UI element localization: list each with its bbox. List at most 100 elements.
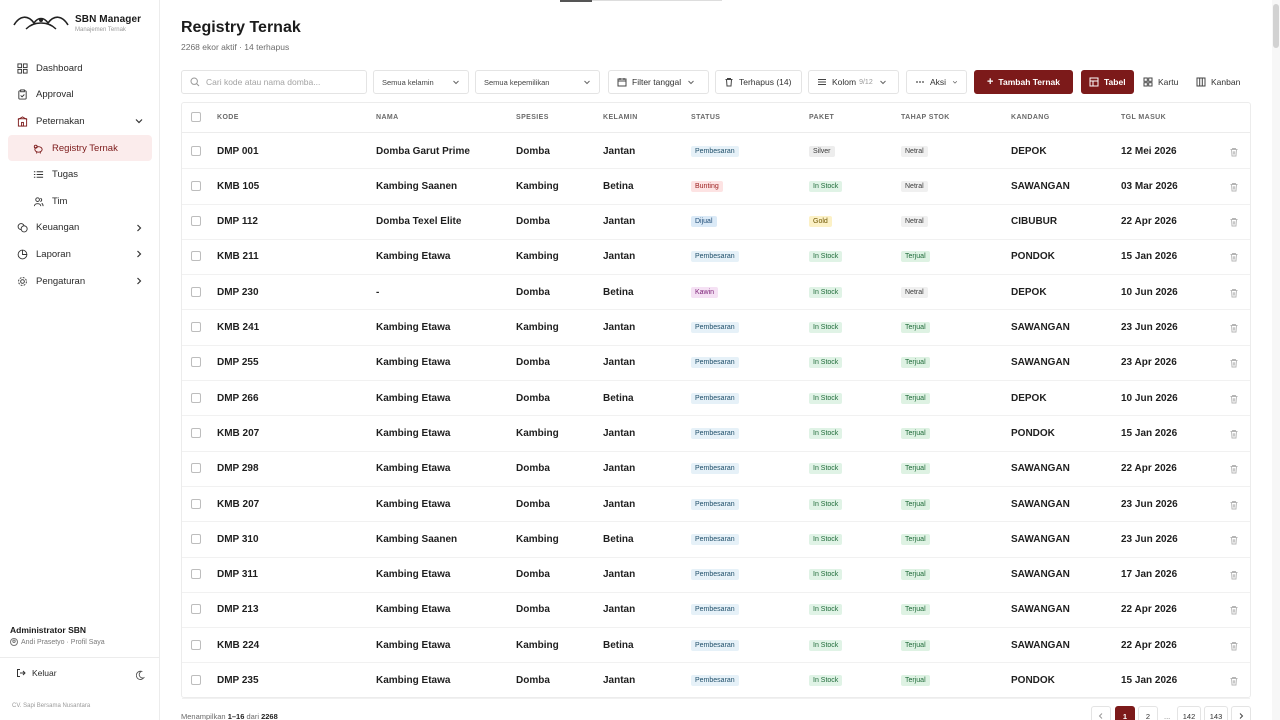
header-tahap-stok[interactable]: TAHAP STOK	[901, 114, 950, 121]
cell-kandang: PONDOK	[1011, 251, 1055, 263]
delete-row-icon[interactable]	[1229, 252, 1239, 262]
cell-spesies: Domba	[516, 569, 550, 581]
user-profile-link[interactable]: Andi Prasetyo · Profil Saya	[10, 638, 150, 646]
table-row[interactable]: KMB 241 Kambing Etawa Kambing Jantan Pembesa…	[182, 311, 1250, 346]
theme-toggle[interactable]	[134, 668, 148, 682]
header-kandang[interactable]: KANDANG	[1011, 114, 1050, 121]
delete-row-icon[interactable]	[1229, 570, 1239, 580]
row-checkbox[interactable]	[191, 357, 201, 368]
delete-row-icon[interactable]	[1229, 535, 1239, 545]
header-nama[interactable]: NAMA	[376, 114, 399, 121]
sidebar-item-dashboard[interactable]: Dashboard	[8, 55, 152, 82]
actions-button[interactable]: Aksi	[906, 70, 967, 94]
search-input[interactable]: Cari kode atau nama domba...	[181, 70, 367, 94]
table-row[interactable]: DMP 266 Kambing Etawa Domba Betina Pembesara…	[182, 381, 1250, 417]
delete-row-icon[interactable]	[1229, 676, 1239, 686]
table-row[interactable]: DMP 235 Kambing Etawa Domba Jantan Pembesara…	[182, 664, 1250, 699]
table-row[interactable]: KMB 211 Kambing Etawa Kambing Jantan Pembesa…	[182, 240, 1250, 276]
sidebar-item-pengaturan[interactable]: Pengaturan	[8, 268, 152, 295]
pagination-next[interactable]	[1231, 706, 1251, 720]
view-kanban-tab[interactable]: Kanban	[1192, 70, 1245, 94]
row-checkbox[interactable]	[191, 216, 201, 227]
delete-row-icon[interactable]	[1229, 500, 1239, 510]
delete-row-icon[interactable]	[1229, 182, 1239, 192]
page-scrollbar-thumb[interactable]	[1273, 4, 1279, 48]
sidebar-item-approval[interactable]: Approval	[8, 82, 152, 109]
table-row[interactable]: KMB 207 Kambing Etawa Kambing Jantan Pembesa…	[182, 416, 1250, 452]
view-card-tab[interactable]: Kartu	[1139, 70, 1183, 94]
header-paket[interactable]: PAKET	[809, 114, 834, 121]
pagination-page-143[interactable]: 143	[1204, 706, 1228, 720]
columns-button[interactable]: Kolom 9/12	[808, 70, 899, 94]
table-row[interactable]: DMP 112 Domba Texel Elite Domba Jantan Dijua…	[182, 205, 1250, 240]
delete-row-icon[interactable]	[1229, 464, 1239, 474]
sidebar-item-registry-ternak[interactable]: Registry Ternak	[8, 134, 152, 162]
page-scrollbar[interactable]	[1272, 0, 1280, 720]
table-row[interactable]: KMB 105 Kambing Saanen Kambing Betina Buntin…	[182, 169, 1250, 205]
user-block[interactable]: Administrator SBN Andi Prasetyo · Profil…	[10, 625, 150, 646]
row-checkbox[interactable]	[191, 463, 201, 474]
header-status[interactable]: STATUS	[691, 114, 720, 121]
sidebar-item-tim[interactable]: Tim	[8, 188, 152, 215]
delete-row-icon[interactable]	[1229, 147, 1239, 157]
row-checkbox[interactable]	[191, 675, 201, 685]
delete-row-icon[interactable]	[1229, 394, 1239, 404]
table-row[interactable]: KMB 224 Kambing Etawa Kambing Betina Pembesa…	[182, 628, 1250, 664]
delete-row-icon[interactable]	[1229, 288, 1239, 298]
row-checkbox[interactable]	[191, 180, 201, 191]
row-checkbox[interactable]	[191, 569, 201, 580]
delete-row-icon[interactable]	[1229, 323, 1239, 333]
row-checkbox[interactable]	[191, 251, 201, 262]
view-table-tab[interactable]: Tabel	[1081, 70, 1134, 94]
pagination-info-prefix: Menampilkan	[181, 712, 226, 720]
pagination-total: 2268	[261, 712, 278, 720]
table-row[interactable]: DMP 230 - Domba Betina Kawin In Stock Netral DE…	[182, 275, 1250, 311]
row-checkbox[interactable]	[191, 286, 201, 297]
row-checkbox[interactable]	[191, 427, 201, 438]
row-checkbox[interactable]	[191, 639, 201, 650]
row-checkbox[interactable]	[191, 145, 201, 156]
table-row[interactable]: DMP 255 Kambing Etawa Domba Jantan Pembesara…	[182, 346, 1250, 382]
sidebar-item-keuangan[interactable]: Keuangan	[8, 215, 152, 242]
add-livestock-button[interactable]: + Tambah Ternak	[974, 70, 1073, 94]
chart-pie-icon	[16, 248, 28, 260]
delete-row-icon[interactable]	[1229, 605, 1239, 615]
table-row[interactable]: KMB 207 Kambing Etawa Domba Jantan Pembesara…	[182, 487, 1250, 523]
row-checkbox[interactable]	[191, 322, 201, 332]
cell-kandang: DEPOK	[1011, 145, 1047, 157]
table-row[interactable]: DMP 298 Kambing Etawa Domba Jantan Pembesara…	[182, 452, 1250, 487]
pagination-page-2[interactable]: 2	[1138, 706, 1158, 720]
delete-row-icon[interactable]	[1229, 641, 1239, 651]
row-checkbox[interactable]	[191, 604, 201, 615]
delete-row-icon[interactable]	[1229, 429, 1239, 439]
pagination-prev[interactable]	[1091, 706, 1111, 720]
header-kelamin[interactable]: KELAMIN	[603, 114, 638, 121]
select-all-checkbox[interactable]	[191, 112, 201, 122]
sidebar-item-tugas[interactable]: Tugas	[8, 161, 152, 188]
table-icon	[1089, 77, 1099, 87]
ownership-select[interactable]: Semua kepemilikan	[475, 70, 600, 94]
logout-button[interactable]: Keluar	[16, 668, 57, 678]
delete-row-icon[interactable]	[1229, 358, 1239, 368]
header-tgl-masuk[interactable]: TGL MASUK	[1121, 114, 1166, 121]
date-filter-button[interactable]: Filter tanggal	[608, 70, 709, 94]
row-checkbox[interactable]	[191, 533, 201, 544]
table-row[interactable]: DMP 001 Domba Garut Prime Domba Jantan Pembe…	[182, 134, 1250, 170]
table-row[interactable]: DMP 311 Kambing Etawa Domba Jantan Pembesara…	[182, 558, 1250, 593]
row-checkbox[interactable]	[191, 498, 201, 509]
sidebar-item-laporan[interactable]: Laporan	[8, 241, 152, 268]
table-row[interactable]: DMP 213 Kambing Etawa Domba Jantan Pembesara…	[182, 593, 1250, 629]
delete-row-icon[interactable]	[1229, 217, 1239, 227]
header-kode[interactable]: KODE	[217, 114, 239, 121]
sidebar-item-peternakan[interactable]: Peternakan	[8, 108, 152, 135]
deleted-button[interactable]: Terhapus (14)	[715, 70, 802, 94]
pagination-range: 1–16	[227, 712, 245, 720]
row-checkbox[interactable]	[191, 392, 201, 403]
brand[interactable]: SBN Manager Manajemen Ternak	[12, 8, 152, 38]
table-row[interactable]: DMP 310 Kambing Saanen Kambing Betina Pembes…	[182, 522, 1250, 558]
header-spesies[interactable]: SPESIES	[516, 114, 549, 121]
pagination-page-1[interactable]: 1	[1115, 706, 1135, 720]
gender-select[interactable]: Semua kelamin	[373, 70, 469, 94]
pagination-page-142[interactable]: 142	[1177, 706, 1201, 720]
package-badge: In Stock	[809, 463, 843, 475]
